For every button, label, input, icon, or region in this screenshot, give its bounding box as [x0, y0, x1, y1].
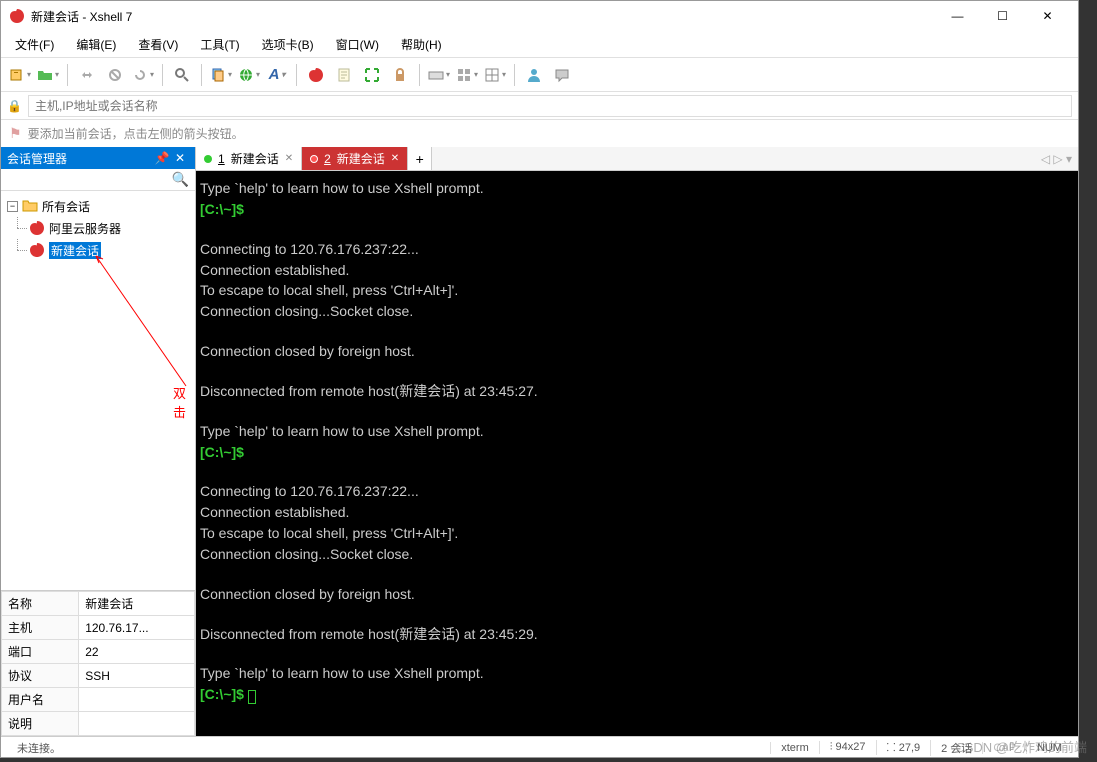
open-button[interactable] [35, 62, 61, 88]
tab-1[interactable]: 1 新建会话 ✕ [196, 147, 302, 170]
tree-item-aliyun[interactable]: 阿里云服务器 [3, 217, 193, 239]
menu-window[interactable]: 窗口(W) [332, 34, 383, 55]
sidebar-search[interactable]: 🔍 [1, 169, 195, 191]
tab-close-icon[interactable]: ✕ [285, 153, 293, 164]
tree-root-label: 所有会话 [42, 198, 90, 215]
app-window: 新建会话 - Xshell 7 — ☐ ✕ 文件(F) 编辑(E) 查看(V) … [0, 0, 1079, 758]
sidebar-title: 会话管理器 [7, 150, 153, 167]
status-connection: 未连接。 [7, 740, 770, 756]
content-area: 1 新建会话 ✕ 2 新建会话 ✕ + ◁ ▷ ▾ Type `help' to… [196, 147, 1078, 736]
status-dot-icon [310, 155, 318, 163]
prop-row-host: 主机120.76.17... [2, 616, 195, 640]
menu-help[interactable]: 帮助(H) [397, 34, 446, 55]
pin-icon[interactable]: 📌 [153, 151, 171, 165]
session-icon [29, 242, 45, 258]
lock-button[interactable] [387, 62, 413, 88]
prop-row-desc: 说明 [2, 712, 195, 736]
search-icon: 🔍 [172, 171, 189, 188]
sidebar-close-icon[interactable]: ✕ [171, 151, 189, 165]
tab-number: 1 [218, 152, 225, 166]
script-button[interactable] [331, 62, 357, 88]
copy-button[interactable] [208, 62, 234, 88]
tab-nav[interactable]: ◁ ▷ ▾ [1035, 147, 1078, 170]
separator [162, 64, 163, 86]
tab-close-icon[interactable]: ✕ [391, 153, 399, 164]
prop-row-protocol: 协议SSH [2, 664, 195, 688]
user-button[interactable] [521, 62, 547, 88]
menu-file[interactable]: 文件(F) [11, 34, 58, 55]
status-pos: ⸬ 27,9 [876, 740, 931, 755]
menu-view[interactable]: 查看(V) [134, 34, 182, 55]
prop-row-port: 端口22 [2, 640, 195, 664]
fullscreen-button[interactable] [359, 62, 385, 88]
status-dot-icon [204, 155, 212, 163]
folder-icon [22, 198, 38, 214]
titlebar: 新建会话 - Xshell 7 — ☐ ✕ [1, 1, 1078, 31]
close-button[interactable]: ✕ [1025, 2, 1070, 30]
prop-row-name: 名称新建会话 [2, 592, 195, 616]
keyboard-button[interactable] [426, 62, 452, 88]
tree-root[interactable]: − 所有会话 [3, 195, 193, 217]
tab-label: 新建会话 [337, 150, 385, 167]
new-session-button[interactable] [7, 62, 33, 88]
menu-tools[interactable]: 工具(T) [196, 34, 243, 55]
statusbar: 未连接。 xterm ⫶ 94x27 ⸬ 27,9 2 会话 CAP NUM [1, 736, 1078, 758]
prop-row-user: 用户名 [2, 688, 195, 712]
minimize-button[interactable]: — [935, 2, 980, 30]
status-term: xterm [770, 742, 819, 754]
paste-button[interactable] [236, 62, 262, 88]
tab-number: 2 [324, 152, 331, 166]
disconnect-button[interactable] [102, 62, 128, 88]
bookmark-hint: 要添加当前会话，点击左侧的箭头按钮。 [28, 125, 244, 142]
tab-label: 新建会话 [231, 150, 279, 167]
bookmark-bar: ⚑ 要添加当前会话，点击左侧的箭头按钮。 [1, 119, 1078, 147]
tab-2[interactable]: 2 新建会话 ✕ [302, 147, 408, 170]
menu-edit[interactable]: 编辑(E) [72, 34, 120, 55]
tab-bar: 1 新建会话 ✕ 2 新建会话 ✕ + ◁ ▷ ▾ [196, 147, 1078, 171]
sidebar: 会话管理器 📌 ✕ 🔍 − 所有会话 阿里云服务器 新建会话 [1, 147, 196, 736]
status-size: ⫶ 94x27 [819, 741, 876, 754]
collapse-icon[interactable]: − [7, 201, 18, 212]
chat-button[interactable] [549, 62, 575, 88]
cursor [248, 690, 256, 704]
font-button[interactable]: A [264, 62, 290, 88]
tree-item-label: 阿里云服务器 [49, 220, 121, 237]
xshell-icon-button[interactable] [303, 62, 329, 88]
annotation-text: 双击 [173, 383, 195, 421]
property-panel: 名称新建会话 主机120.76.17... 端口22 协议SSH 用户名 说明 [1, 590, 195, 736]
new-tab-button[interactable]: + [408, 147, 432, 170]
window-title: 新建会话 - Xshell 7 [31, 8, 935, 25]
grid-button[interactable] [454, 62, 480, 88]
reconnect-button[interactable] [130, 62, 156, 88]
session-icon [29, 220, 45, 236]
watermark: CSDN @吃炸鸡的前端 [955, 737, 1087, 756]
search-button[interactable] [169, 62, 195, 88]
address-input[interactable] [28, 95, 1072, 117]
separator [296, 64, 297, 86]
session-tree: − 所有会话 阿里云服务器 新建会话 双击 [1, 191, 195, 265]
sidebar-header: 会话管理器 📌 ✕ [1, 147, 195, 169]
annotation-arrow [91, 251, 191, 391]
toolbar: A [1, 57, 1078, 91]
layout-button[interactable] [482, 62, 508, 88]
separator [419, 64, 420, 86]
separator [514, 64, 515, 86]
separator [201, 64, 202, 86]
lock-icon: 🔒 [7, 99, 22, 113]
app-logo-icon [9, 8, 25, 24]
terminal[interactable]: Type `help' to learn how to use Xshell p… [196, 171, 1078, 736]
addressbar: 🔒 [1, 91, 1078, 119]
separator [67, 64, 68, 86]
bookmark-flag-icon[interactable]: ⚑ [9, 125, 22, 142]
menu-tabs[interactable]: 选项卡(B) [258, 34, 318, 55]
maximize-button[interactable]: ☐ [980, 2, 1025, 30]
transfer-button[interactable] [74, 62, 100, 88]
menubar: 文件(F) 编辑(E) 查看(V) 工具(T) 选项卡(B) 窗口(W) 帮助(… [1, 31, 1078, 57]
